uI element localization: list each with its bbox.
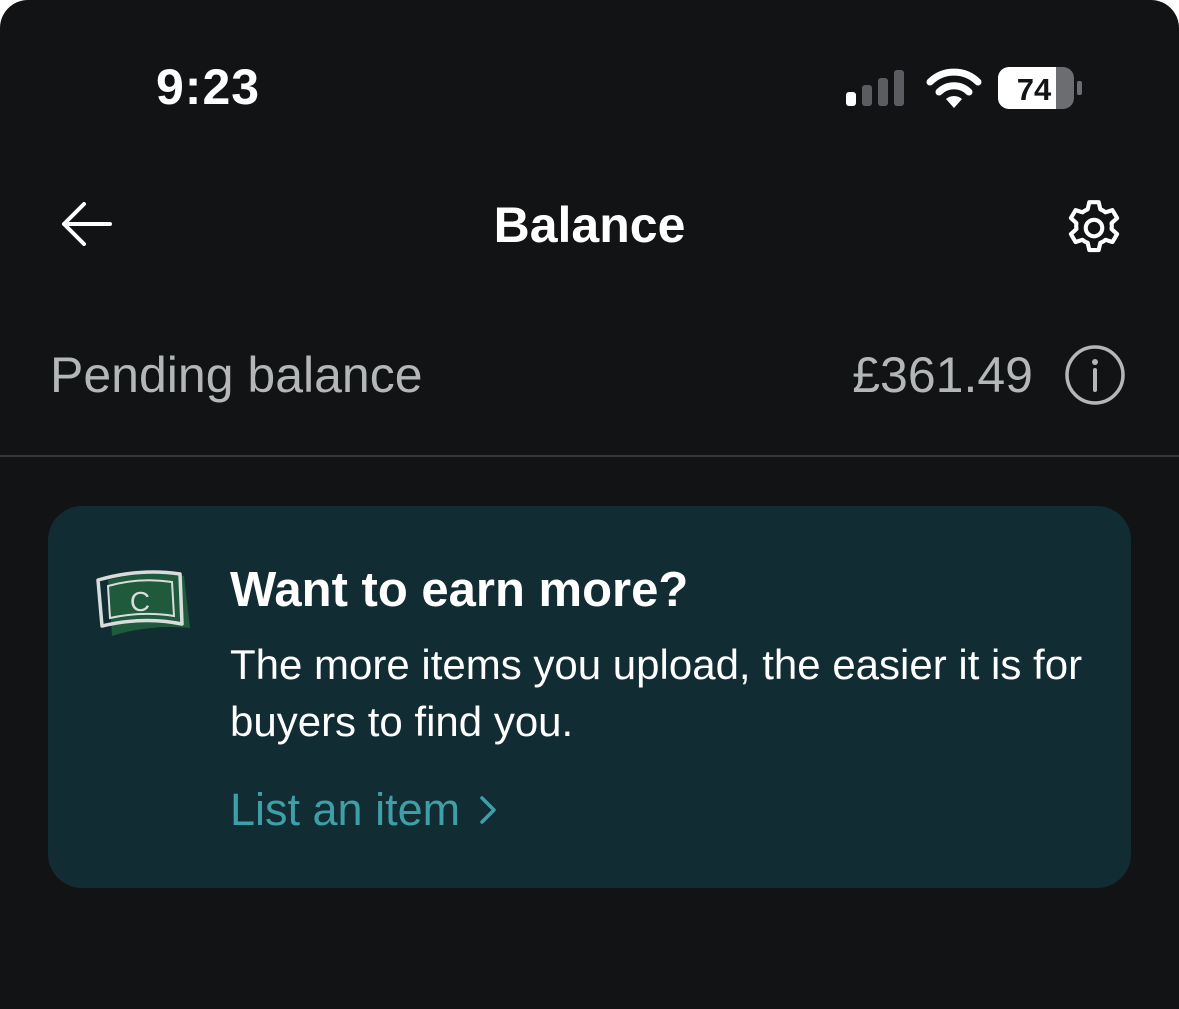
- list-item-link[interactable]: List an item: [230, 784, 498, 836]
- chevron-right-icon: [480, 796, 496, 824]
- status-time: 9:23: [156, 59, 261, 115]
- signal-icon: [846, 70, 904, 106]
- pending-balance-row: Pending balance £361.49: [0, 300, 1179, 457]
- pending-balance-amount: £361.49: [852, 347, 1033, 403]
- info-icon[interactable]: [1064, 344, 1126, 406]
- battery-level: 74: [1017, 72, 1052, 107]
- money-note-icon: C: [96, 570, 190, 636]
- settings-button[interactable]: [1054, 190, 1134, 266]
- promo-description: The more items you upload, the easier it…: [230, 641, 1083, 745]
- page-title: Balance: [493, 197, 686, 253]
- gear-icon: [1068, 200, 1120, 253]
- battery-icon: 74: [998, 67, 1082, 109]
- note-letter: C: [130, 586, 150, 617]
- wifi-icon: [926, 68, 982, 108]
- pending-balance-label: Pending balance: [50, 347, 423, 403]
- promo-title: Want to earn more?: [230, 563, 689, 617]
- list-item-link-label: List an item: [230, 784, 461, 835]
- balance-screen: 9:23 74 Balance Pending balance £361.49: [0, 0, 1179, 1009]
- earn-more-card: C Want to earn more? The more items you …: [48, 506, 1131, 888]
